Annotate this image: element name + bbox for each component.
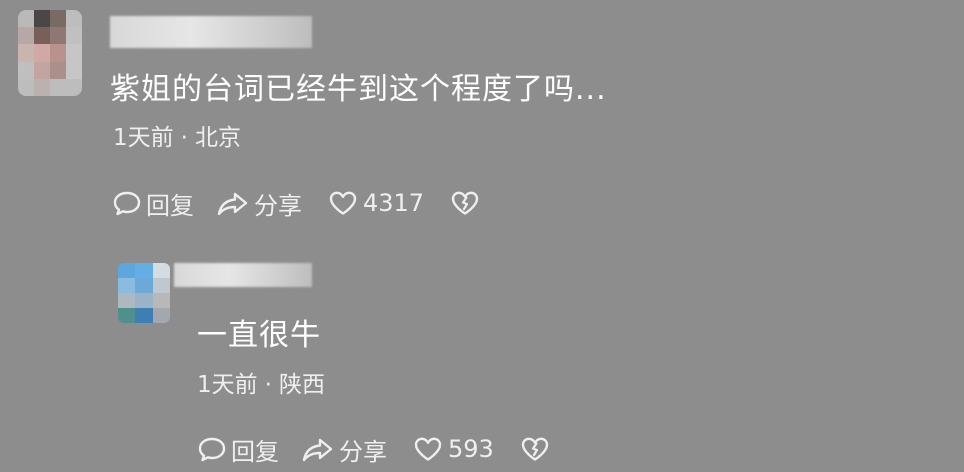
like-count: 593 bbox=[448, 435, 494, 463]
avatar-mosaic-cell bbox=[34, 61, 50, 79]
avatar-mosaic-cell bbox=[34, 10, 50, 28]
comment-meta: 1天前 · 北京 bbox=[113, 127, 241, 150]
meta-separator: · bbox=[264, 372, 272, 398]
reply-time: 1天前 bbox=[197, 372, 258, 398]
share-arrow-icon bbox=[302, 438, 333, 462]
avatar-mosaic-cell bbox=[118, 263, 136, 278]
avatar-mosaic-cell bbox=[50, 10, 66, 28]
reply-meta: 1天前 · 陕西 bbox=[197, 374, 325, 397]
avatar-mosaic-cell bbox=[18, 44, 34, 62]
avatar-mosaic-cell bbox=[50, 27, 66, 45]
like-button[interactable]: 593 bbox=[413, 435, 494, 463]
share-button[interactable]: 分享 bbox=[216, 186, 302, 221]
avatar-mosaic-cell bbox=[66, 78, 82, 96]
avatar-mosaic-cell bbox=[50, 44, 66, 62]
avatar-mosaic-cell bbox=[18, 10, 34, 28]
broken-heart-icon bbox=[451, 191, 479, 215]
avatar-mosaic-cell bbox=[118, 278, 136, 293]
avatar-mosaic-cell bbox=[118, 308, 136, 323]
reply-text: 一直很牛 bbox=[197, 318, 321, 353]
like-button[interactable]: 4317 bbox=[328, 189, 424, 217]
reply-button[interactable]: 回复 bbox=[197, 432, 279, 467]
avatar-mosaic-cell bbox=[152, 293, 170, 308]
reply-location: 陕西 bbox=[278, 372, 325, 398]
share-button[interactable]: 分享 bbox=[301, 432, 387, 467]
avatar-mosaic-cell bbox=[66, 10, 82, 28]
dislike-button[interactable] bbox=[450, 189, 480, 217]
heart-icon bbox=[329, 191, 357, 215]
reply-button[interactable]: 回复 bbox=[112, 186, 194, 221]
comment-text: 紫姐的台词已经牛到这个程度了吗... bbox=[110, 72, 607, 107]
replier-avatar[interactable] bbox=[118, 263, 170, 323]
avatar-mosaic-cell bbox=[66, 44, 82, 62]
comment-location: 北京 bbox=[194, 125, 241, 151]
avatar-mosaic-cell bbox=[135, 293, 153, 308]
avatar-mosaic-cell bbox=[152, 263, 170, 278]
avatar-mosaic-cell bbox=[66, 27, 82, 45]
avatar-mosaic-cell bbox=[118, 293, 136, 308]
avatar-mosaic-cell bbox=[34, 44, 50, 62]
share-arrow-icon bbox=[217, 192, 248, 216]
reply-label: 回复 bbox=[231, 437, 279, 466]
meta-separator: · bbox=[180, 125, 188, 151]
commenter-name-blurred[interactable] bbox=[110, 16, 312, 48]
chat-bubble-icon bbox=[113, 191, 141, 216]
share-label: 分享 bbox=[339, 437, 387, 466]
replier-name-blurred[interactable] bbox=[174, 263, 312, 287]
avatar-mosaic-cell bbox=[135, 308, 153, 323]
avatar-mosaic-cell bbox=[50, 78, 66, 96]
dislike-button[interactable] bbox=[520, 435, 550, 463]
comment-actions: 回复 分享 4317 bbox=[112, 186, 480, 220]
avatar-mosaic-cell bbox=[34, 78, 50, 96]
share-label: 分享 bbox=[254, 191, 302, 220]
heart-icon bbox=[414, 437, 442, 461]
avatar-mosaic-cell bbox=[18, 61, 34, 79]
avatar-mosaic-cell bbox=[135, 278, 153, 293]
reply-label: 回复 bbox=[146, 191, 194, 220]
like-count: 4317 bbox=[363, 189, 425, 217]
avatar-mosaic-cell bbox=[18, 78, 34, 96]
avatar-mosaic-cell bbox=[50, 61, 66, 79]
avatar-mosaic-cell bbox=[18, 27, 34, 45]
commenter-avatar[interactable] bbox=[18, 10, 82, 96]
broken-heart-icon bbox=[521, 437, 549, 461]
reply-actions: 回复 分享 593 bbox=[197, 432, 550, 466]
avatar-mosaic-cell bbox=[152, 308, 170, 323]
avatar-mosaic-cell bbox=[66, 61, 82, 79]
chat-bubble-icon bbox=[198, 437, 226, 462]
avatar-mosaic-cell bbox=[152, 278, 170, 293]
avatar-mosaic-cell bbox=[135, 263, 153, 278]
avatar-mosaic-cell bbox=[34, 27, 50, 45]
comment-time: 1天前 bbox=[113, 125, 174, 151]
